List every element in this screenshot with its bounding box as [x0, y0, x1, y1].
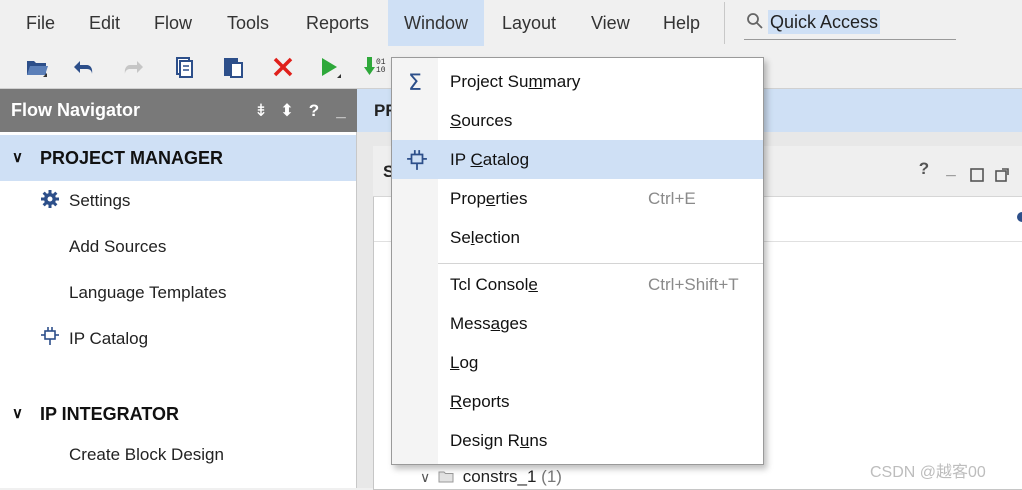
menu-item-selection[interactable]: Selection [392, 218, 763, 257]
menu-item-ip-catalog[interactable]: IP Catalog [392, 140, 763, 179]
gear-icon[interactable] [1014, 209, 1022, 225]
menu-tools[interactable]: Tools [215, 0, 281, 46]
window-menu-dropdown: Σ Project Summary Sources IP Catalog Pro… [391, 57, 764, 465]
flow-navigator-header: Flow Navigator ⇟ ⬍ ? _ [0, 89, 357, 132]
menu-help[interactable]: Help [651, 0, 712, 46]
folder-icon [438, 471, 454, 483]
menu-flow[interactable]: Flow [142, 0, 204, 46]
menu-window[interactable]: Window [388, 0, 484, 46]
menu-item-label: Project Summary [450, 72, 581, 91]
help-icon[interactable]: ? [915, 160, 933, 178]
redo-icon[interactable] [120, 54, 146, 80]
menu-reports[interactable]: Reports [294, 0, 381, 46]
tree-row-label: constrs_1 [462, 467, 537, 486]
maximize-icon[interactable] [995, 168, 1009, 182]
run-icon[interactable] [316, 54, 342, 80]
section-project-manager[interactable]: ∨ PROJECT MANAGER [0, 135, 356, 181]
watermark: CSDN @越客00 [870, 464, 986, 481]
collapse-all-icon[interactable]: ⇟ [252, 89, 270, 132]
menu-item-label: Tcl Console [450, 275, 538, 294]
menu-item-sources[interactable]: Sources [392, 101, 763, 140]
svg-text:Σ: Σ [408, 71, 422, 93]
menu-item-label: IP Catalog [450, 150, 530, 169]
menu-separator [724, 2, 725, 44]
section-ip-integrator[interactable]: ∨ IP INTEGRATOR [0, 391, 356, 437]
tree-row-constrs[interactable]: ∨ constrs_1 (1) [420, 464, 562, 490]
menu-item-reports[interactable]: Reports [392, 382, 763, 421]
flow-navigator-title: Flow Navigator [11, 100, 141, 120]
chevron-down-icon[interactable]: ∨ [12, 391, 23, 437]
menu-item-label: Selection [450, 228, 520, 247]
menu-item-label: Reports [450, 392, 510, 411]
section-label: IP INTEGRATOR [40, 404, 180, 424]
nav-item-settings[interactable]: Settings [69, 186, 130, 216]
menu-edit[interactable]: Edit [77, 0, 132, 46]
gear-icon [41, 190, 59, 208]
menu-item-shortcut: Ctrl+Shift+T [648, 275, 739, 294]
copy-icon[interactable] [171, 54, 197, 80]
menu-item-label: Log [450, 353, 479, 372]
menu-item-project-summary[interactable]: Σ Project Summary [392, 62, 763, 101]
quick-access-underline [744, 39, 956, 40]
minimize-icon[interactable]: _ [332, 89, 350, 132]
menu-item-label: Design Runs [450, 431, 548, 450]
menu-item-tcl-console[interactable]: Tcl Console Ctrl+Shift+T [392, 265, 763, 304]
menu-item-label: Properties [450, 189, 528, 208]
help-icon[interactable]: ? [305, 89, 323, 132]
flow-navigator-panel: ∨ PROJECT MANAGER Settings Add Sources L… [0, 132, 357, 488]
nav-item-ip-catalog[interactable]: IP Catalog [69, 324, 148, 354]
minimize-icon[interactable]: _ [942, 160, 960, 178]
nav-item-language-templates[interactable]: Language Templates [69, 278, 227, 308]
menu-file[interactable]: File [14, 0, 67, 46]
open-project-icon[interactable] [24, 54, 50, 80]
search-icon [747, 13, 763, 29]
quick-access-input[interactable]: Quick Access [768, 10, 881, 34]
expand-icon[interactable]: ⬍ [278, 89, 296, 132]
ip-catalog-icon [407, 150, 427, 170]
restore-icon[interactable] [970, 168, 984, 182]
menu-item-design-runs[interactable]: Design Runs [392, 421, 763, 460]
chevron-down-icon[interactable]: ∨ [420, 469, 430, 485]
nav-item-create-block-design[interactable]: Create Block Design [69, 440, 224, 470]
bitstream-icon[interactable]: 01 10 [362, 54, 388, 80]
menu-view[interactable]: View [579, 0, 642, 46]
undo-icon[interactable] [71, 54, 97, 80]
delete-icon[interactable] [270, 54, 296, 80]
menu-item-label: Messages [450, 314, 528, 333]
chevron-down-icon[interactable]: ∨ [12, 135, 23, 181]
section-label: PROJECT MANAGER [40, 148, 224, 168]
menu-item-messages[interactable]: Messages [392, 304, 763, 343]
ip-catalog-icon [41, 327, 59, 345]
menu-item-properties[interactable]: Properties Ctrl+E [392, 179, 763, 218]
menu-separator [438, 263, 763, 264]
nav-item-add-sources[interactable]: Add Sources [69, 232, 166, 262]
menu-layout[interactable]: Layout [490, 0, 568, 46]
sigma-icon: Σ [408, 71, 422, 93]
tree-row-count: (1) [541, 467, 562, 486]
menu-item-label: Sources [450, 111, 513, 130]
menu-item-log[interactable]: Log [392, 343, 763, 382]
paste-icon[interactable] [220, 54, 246, 80]
menu-item-shortcut: Ctrl+E [648, 189, 696, 208]
svg-text:10: 10 [376, 66, 386, 75]
